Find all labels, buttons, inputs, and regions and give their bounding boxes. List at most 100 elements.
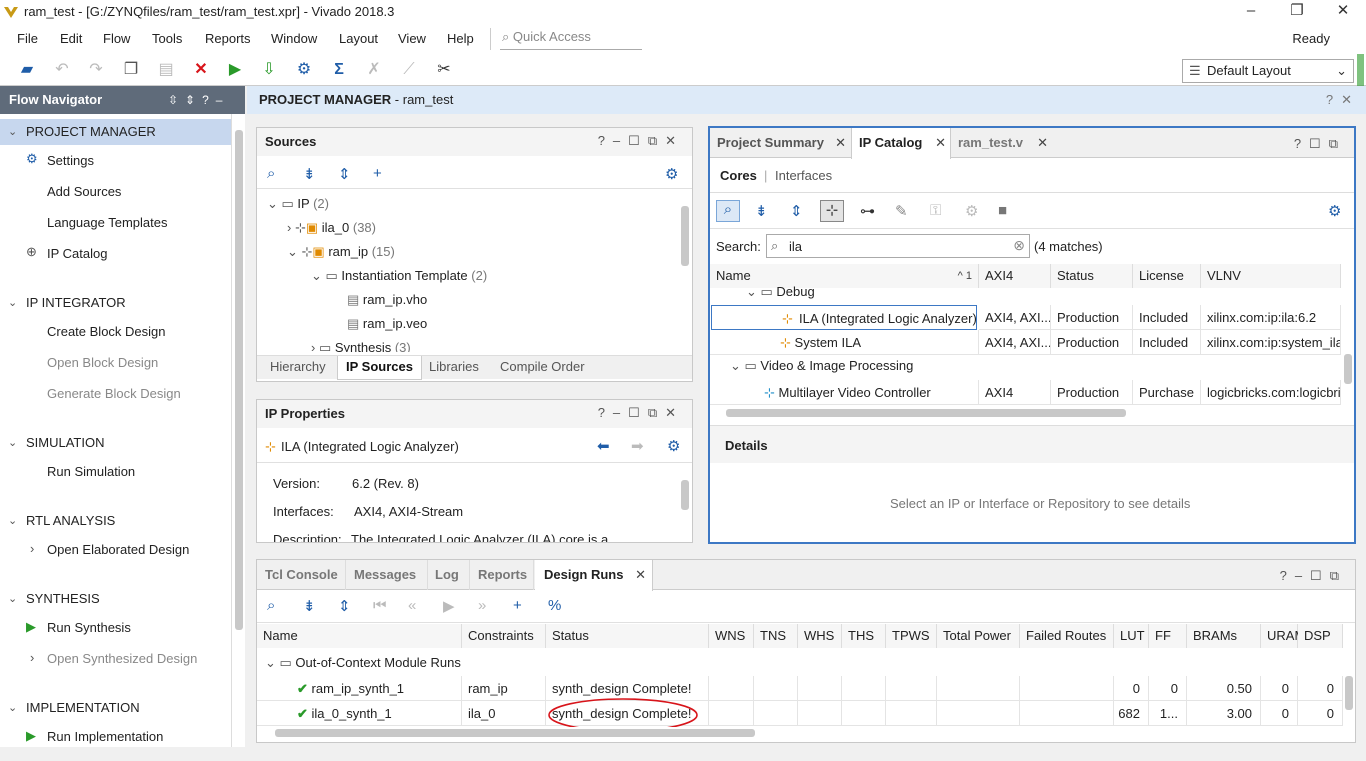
wrench-icon[interactable]: ✎ (895, 202, 908, 220)
cross-tool-icon[interactable]: ✂ (434, 60, 454, 80)
panel-controls-icon[interactable]: ?–☐⧉ (1280, 568, 1347, 584)
menu-help[interactable]: Help (447, 31, 474, 46)
fn-language-templates[interactable]: Language Templates (47, 214, 167, 232)
hierarchy-icon[interactable]: ⊶ (860, 202, 875, 220)
collapse-all-icon[interactable]: ⇟ (303, 165, 316, 183)
fn-ip-catalog[interactable]: IP Catalog (47, 245, 107, 263)
tab-reports[interactable]: Reports (471, 560, 534, 590)
menu-flow[interactable]: Flow (103, 31, 130, 46)
col-axi4[interactable]: AXI4 (979, 264, 1051, 288)
runs-col-uram[interactable]: URAM (1261, 624, 1305, 648)
fn-section-implementation[interactable]: ⌄ IMPLEMENTATION (0, 695, 231, 721)
search-icon[interactable]: ⌕ (716, 200, 740, 222)
search-icon[interactable]: ⌕ (267, 165, 275, 182)
fn-run-implementation[interactable]: Run Implementation (47, 728, 163, 746)
report-sigma-icon[interactable]: Σ (329, 60, 349, 80)
panel-controls-icon[interactable]: ?–☐⧉✕ (598, 405, 684, 421)
fn-section-simulation[interactable]: ⌄ SIMULATION (0, 430, 231, 456)
scroll-thumb[interactable] (1345, 676, 1353, 710)
quick-access-input[interactable]: ⌕ Quick Access (500, 28, 642, 50)
group-debug[interactable]: ⌄ ▭ Debug (746, 286, 815, 304)
expand-all-icon[interactable]: ⇕ (338, 165, 351, 183)
back-arrow-icon[interactable]: ⬅ (597, 437, 610, 455)
search-icon[interactable]: ⌕ (267, 597, 275, 614)
play-icon[interactable]: ▶ (443, 597, 455, 615)
catalog-row-system-ila[interactable]: ⊹ System ILA (710, 330, 979, 355)
delete-icon[interactable]: ✕ (191, 60, 211, 80)
catalog-row-video-controller[interactable]: ⊹ Multilayer Video Controller (710, 380, 979, 405)
previous-icon[interactable]: « (408, 597, 416, 614)
run-icon[interactable]: ▶ (225, 60, 245, 80)
first-icon[interactable]: ⏮ (373, 597, 387, 614)
sources-scrollbar[interactable] (678, 192, 692, 352)
fn-section-project-manager[interactable]: ⌄ PROJECT MANAGER (0, 119, 231, 145)
expand-all-icon[interactable]: ⇕ (790, 202, 803, 220)
scroll-thumb[interactable] (235, 130, 243, 630)
tab-ip-catalog[interactable]: IP Catalog ✕ (851, 128, 951, 159)
runs-vscroll[interactable] (1343, 648, 1355, 726)
subtab-cores[interactable]: Cores (720, 168, 757, 183)
next-icon[interactable]: » (478, 597, 486, 614)
expand-all-icon[interactable]: ⇕ (338, 597, 351, 615)
col-license[interactable]: License (1133, 264, 1201, 288)
runs-col-failed-routes[interactable]: Failed Routes (1020, 624, 1114, 648)
menu-layout[interactable]: Layout (339, 31, 378, 46)
sources-tree-veo[interactable]: ▤ ram_ip.veo (347, 312, 427, 336)
runs-col-total-power[interactable]: Total Power (937, 624, 1020, 648)
restore-icon[interactable]: ❐ (1274, 0, 1320, 24)
runs-group[interactable]: ⌄ ▭ Out-of-Context Module Runs (265, 655, 461, 671)
scroll-thumb[interactable] (681, 206, 689, 266)
sources-tree-ram-ip[interactable]: ⌄ ⊹▣ ram_ip (15) (287, 240, 395, 264)
group-video[interactable]: ⌄ ▭ Video & Image Processing (730, 358, 913, 374)
runs-col-status[interactable]: Status (546, 624, 709, 648)
tab-log[interactable]: Log (429, 560, 470, 590)
paste-icon[interactable]: ▤ (156, 60, 176, 80)
tab-ram-test-v[interactable]: ram_test.v ✕ (952, 128, 1052, 158)
catalog-hscroll[interactable] (710, 407, 1341, 419)
runs-hscroll[interactable] (257, 727, 1343, 739)
sources-tree-ila[interactable]: › ⊹▣ ila_0 (38) (287, 216, 376, 240)
tab-hierarchy[interactable]: Hierarchy (262, 356, 334, 380)
chip-icon[interactable]: ⚙ (965, 202, 978, 220)
runs-col-tpws[interactable]: TPWS (886, 624, 937, 648)
close-window-icon[interactable]: ✕ (1320, 0, 1366, 24)
scroll-thumb[interactable] (681, 480, 689, 510)
sources-tree-ip[interactable]: ⌄ ▭ IP (2) (267, 192, 329, 216)
menu-tools[interactable]: Tools (152, 31, 182, 46)
col-name[interactable]: Name ^ 1 (710, 264, 979, 288)
layout-select[interactable]: ☰ Default Layout ⌄ (1182, 59, 1354, 83)
runs-col-ths[interactable]: THS (842, 624, 886, 648)
runs-col-brams[interactable]: BRAMs (1187, 624, 1261, 648)
fn-open-synthesized-design[interactable]: Open Synthesized Design (47, 650, 197, 668)
undo-icon[interactable]: ↶ (52, 60, 72, 80)
runs-col-ff[interactable]: FF (1149, 624, 1187, 648)
pm-help-close-icon[interactable]: ?✕ (1326, 86, 1360, 114)
scroll-thumb[interactable] (275, 729, 755, 737)
menu-reports[interactable]: Reports (205, 31, 251, 46)
runs-col-wns[interactable]: WNS (709, 624, 754, 648)
tool-disabled-icon[interactable]: ✗ (364, 60, 384, 80)
copy-icon[interactable]: ❐ (121, 60, 141, 80)
program-device-icon[interactable]: ⇩ (259, 60, 279, 80)
fn-open-block-design[interactable]: Open Block Design (47, 354, 158, 372)
collapse-all-icon[interactable]: ⇟ (755, 202, 768, 220)
flow-navigator-scrollbar[interactable] (231, 114, 245, 747)
add-icon[interactable]: + (373, 165, 382, 182)
runs-col-constraints[interactable]: Constraints (462, 624, 546, 648)
tab-project-summary[interactable]: Project Summary ✕ (710, 128, 850, 158)
collapse-all-icon[interactable]: ⇟ (303, 597, 316, 615)
fn-run-simulation[interactable]: Run Simulation (47, 463, 135, 481)
tab-messages[interactable]: Messages (347, 560, 428, 590)
runs-col-whs[interactable]: WHS (798, 624, 842, 648)
settings-gear-icon[interactable]: ⚙ (667, 437, 680, 455)
scroll-thumb[interactable] (1344, 354, 1352, 384)
fn-create-block-design[interactable]: Create Block Design (47, 323, 166, 341)
filter-chip-icon[interactable]: ⊹ (820, 200, 844, 222)
key-icon[interactable]: ⚿ (930, 202, 941, 219)
scroll-thumb[interactable] (726, 409, 1126, 417)
tool-disabled-2-icon[interactable]: ⟋ (399, 60, 419, 80)
forward-arrow-icon[interactable]: ➡ (631, 437, 644, 455)
tab-design-runs[interactable]: Design Runs ✕ (535, 560, 653, 591)
catalog-vscroll[interactable] (1341, 288, 1354, 406)
open-project-icon[interactable]: ▰ (17, 60, 37, 80)
